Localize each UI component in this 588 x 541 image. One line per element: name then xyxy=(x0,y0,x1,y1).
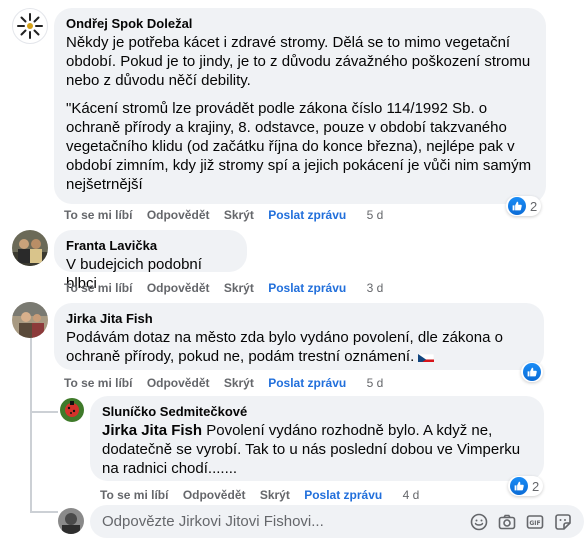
comment-author[interactable]: Franta Lavička xyxy=(66,238,235,254)
comment-text: Podávám dotaz na město zda bylo vydáno p… xyxy=(66,328,532,366)
reaction-summary[interactable] xyxy=(521,362,543,382)
comment-text: Někdy je potřeba kácet i zdravé stromy. … xyxy=(66,33,534,194)
comment-actions: To se mi líbí Odpovědět Skrýt Poslat zpr… xyxy=(64,281,394,295)
comment-bubble-ondrej: Ondřej Spok Doležal Někdy je potřeba kác… xyxy=(54,8,546,204)
reaction-summary[interactable]: 2 xyxy=(508,476,544,496)
reaction-count: 2 xyxy=(530,198,538,214)
avatar-franta[interactable] xyxy=(12,230,48,266)
avatar-jirka[interactable] xyxy=(12,302,48,338)
like-reaction-icon xyxy=(523,363,541,381)
comment-actions: To se mi líbí Odpovědět Skrýt Poslat zpr… xyxy=(64,376,394,390)
comment-paragraph-1: Někdy je potřeba kácet i zdravé stromy. … xyxy=(66,34,531,89)
comment-actions: To se mi líbí Odpovědět Skrýt Poslat zpr… xyxy=(100,488,430,502)
comment-bubble-slunicko: Sluníčko Sedmitečkové Jirka Jita Fish Po… xyxy=(90,396,544,481)
reply-button[interactable]: Odpovědět xyxy=(183,488,246,502)
like-button[interactable]: To se mi líbí xyxy=(64,208,132,222)
comment-text-content: Podávám dotaz na město zda bylo vydáno p… xyxy=(66,329,503,365)
send-message-button[interactable]: Poslat zprávu xyxy=(268,376,346,390)
send-message-button[interactable]: Poslat zprávu xyxy=(268,281,346,295)
gif-icon[interactable]: GIF xyxy=(526,513,544,531)
thread-line-branch xyxy=(30,511,58,513)
comment-author[interactable]: Jirka Jita Fish xyxy=(66,311,532,327)
timestamp[interactable]: 5 d xyxy=(367,208,384,222)
avatar-current-user xyxy=(58,508,84,534)
thread-line-main xyxy=(30,331,32,513)
timestamp[interactable]: 5 d xyxy=(367,376,384,390)
avatar-slunicko[interactable] xyxy=(60,398,84,422)
reply-button[interactable]: Odpovědět xyxy=(147,281,210,295)
comment-bubble-jirka: Jirka Jita Fish Podávám dotaz na město z… xyxy=(54,303,544,370)
composer-icons: GIF xyxy=(470,513,572,531)
camera-icon[interactable] xyxy=(498,513,516,531)
reaction-count: 2 xyxy=(532,478,540,494)
hide-button[interactable]: Skrýt xyxy=(224,281,254,295)
mention-link[interactable]: Jirka Jita Fish xyxy=(102,422,202,439)
comment-text: Jirka Jita Fish Povolení vydáno rozhodně… xyxy=(102,421,532,478)
send-message-button[interactable]: Poslat zprávu xyxy=(304,488,382,502)
avatar-ondrej[interactable] xyxy=(12,8,48,44)
reply-composer: GIF xyxy=(90,505,584,538)
thread-line-reply-curve xyxy=(30,411,58,413)
sticker-icon[interactable] xyxy=(554,513,572,531)
comment-paragraph-2: "Kácení stromů lze provádět podle zákona… xyxy=(66,100,532,193)
comment-author[interactable]: Ondřej Spok Doležal xyxy=(66,16,534,32)
timestamp[interactable]: 4 d xyxy=(403,488,420,502)
czech-flag-icon xyxy=(418,351,435,362)
hide-button[interactable]: Skrýt xyxy=(260,488,290,502)
comment-bubble-franta: Franta Lavička V budejcich podobní blbci xyxy=(54,230,247,292)
reply-input[interactable] xyxy=(102,513,470,530)
like-reaction-icon xyxy=(508,197,526,215)
hide-button[interactable]: Skrýt xyxy=(224,208,254,222)
reply-button[interactable]: Odpovědět xyxy=(147,208,210,222)
like-button[interactable]: To se mi líbí xyxy=(64,281,132,295)
like-button[interactable]: To se mi líbí xyxy=(64,376,132,390)
emoji-icon[interactable] xyxy=(470,513,488,531)
like-reaction-icon xyxy=(510,477,528,495)
svg-text:GIF: GIF xyxy=(529,520,540,527)
reply-button[interactable]: Odpovědět xyxy=(147,376,210,390)
send-message-button[interactable]: Poslat zprávu xyxy=(268,208,346,222)
like-button[interactable]: To se mi líbí xyxy=(100,488,168,502)
comment-actions: To se mi líbí Odpovědět Skrýt Poslat zpr… xyxy=(64,208,394,222)
hide-button[interactable]: Skrýt xyxy=(224,376,254,390)
comment-author[interactable]: Sluníčko Sedmitečkové xyxy=(102,404,532,420)
reaction-summary[interactable]: 2 xyxy=(506,196,542,216)
timestamp[interactable]: 3 d xyxy=(367,281,384,295)
